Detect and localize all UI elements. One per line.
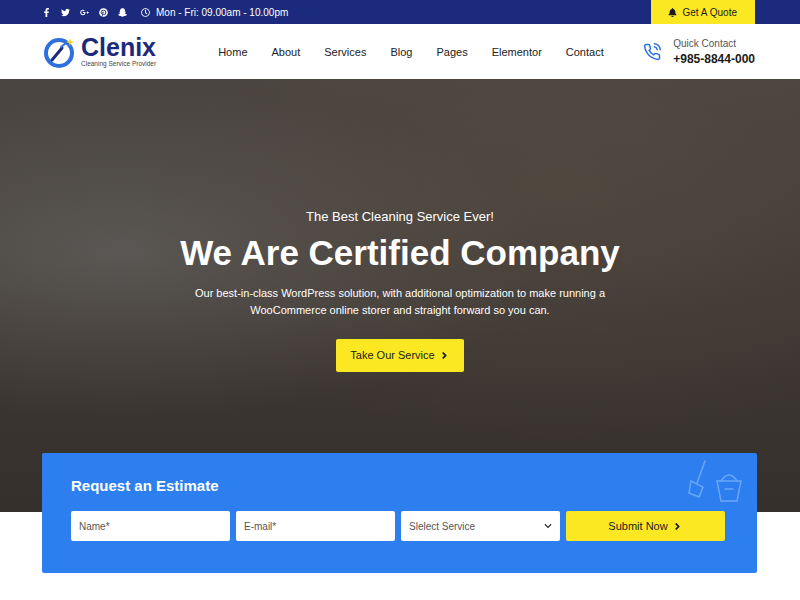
nav-item[interactable]: Pages [436,46,467,58]
cleaning-tools-icon [687,457,751,505]
quote-button[interactable]: Get A Quote [651,0,755,24]
logo-text: ClenixCleaning Service Provider [81,35,156,68]
arrow-right-icon [439,350,450,361]
header: ClenixCleaning Service Provider Home About… [0,24,800,79]
nav-item[interactable]: About [272,46,301,58]
clock-icon [141,8,150,17]
submit-button[interactable]: Submit Now [566,511,725,541]
text-field[interactable] [236,511,395,541]
hours-text: Mon - Fri: 09.00am - 10.00pm [156,7,288,18]
contact-phone[interactable]: +985-8844-000 [673,52,755,66]
twitter-icon[interactable] [61,8,70,17]
hero-title: We Are Certified Company [180,234,620,273]
chevron-down-icon [544,522,552,530]
hero-button[interactable]: Take Our Service [336,339,463,372]
service-select[interactable]: Slelect Service [401,511,560,541]
bell-icon [668,8,677,17]
phone-icon [643,43,661,61]
logo-name: Clenix [81,35,156,60]
top-bar-left: Mon - Fri: 09.00am - 10.00pm [42,0,288,24]
contact-label: Quick Contact [673,38,755,49]
main-nav: Home About Services Blog Pages Elementor Conta… [218,46,604,58]
contact-text: Quick Contact +985-8844-000 [673,38,755,66]
logo-tagline: Cleaning Service Provider [81,61,156,68]
nav-item[interactable]: Home [218,46,247,58]
hero-description: Our best-in-class WordPress solution, wi… [190,285,610,319]
opening-hours: Mon - Fri: 09.00am - 10.00pm [141,7,288,18]
estimate-row: Slelect ServiceSubmit Now [71,511,725,541]
logo-icon [42,34,78,70]
nav-item[interactable]: Contact [566,46,604,58]
hero-subtitle: The Best Cleaning Service Ever! [306,209,494,224]
page: Mon - Fri: 09.00am - 10.00pmGet A QuoteC… [0,0,800,600]
arrow-right-icon [672,521,683,532]
pinterest-icon[interactable] [99,8,108,17]
nav-item[interactable]: Blog [390,46,412,58]
estimate-title: Request an Estimate [71,477,725,494]
nav-item[interactable]: Elementor [492,46,542,58]
google-plus-icon[interactable] [80,8,89,17]
top-bar: Mon - Fri: 09.00am - 10.00pm Get A Quote [0,0,800,24]
logo[interactable]: ClenixCleaning Service Provider [42,34,156,70]
estimate-form: Request an Estimate Slelect ServiceSubmit… [42,453,757,573]
quick-contact: Quick Contact +985-8844-000 [643,38,755,66]
nav-item[interactable]: Services [324,46,366,58]
snapchat-icon[interactable] [118,8,127,17]
text-field[interactable] [71,511,230,541]
facebook-icon[interactable] [42,8,51,17]
hero: The Best Cleaning Service Ever! We Are Ce… [0,79,800,512]
